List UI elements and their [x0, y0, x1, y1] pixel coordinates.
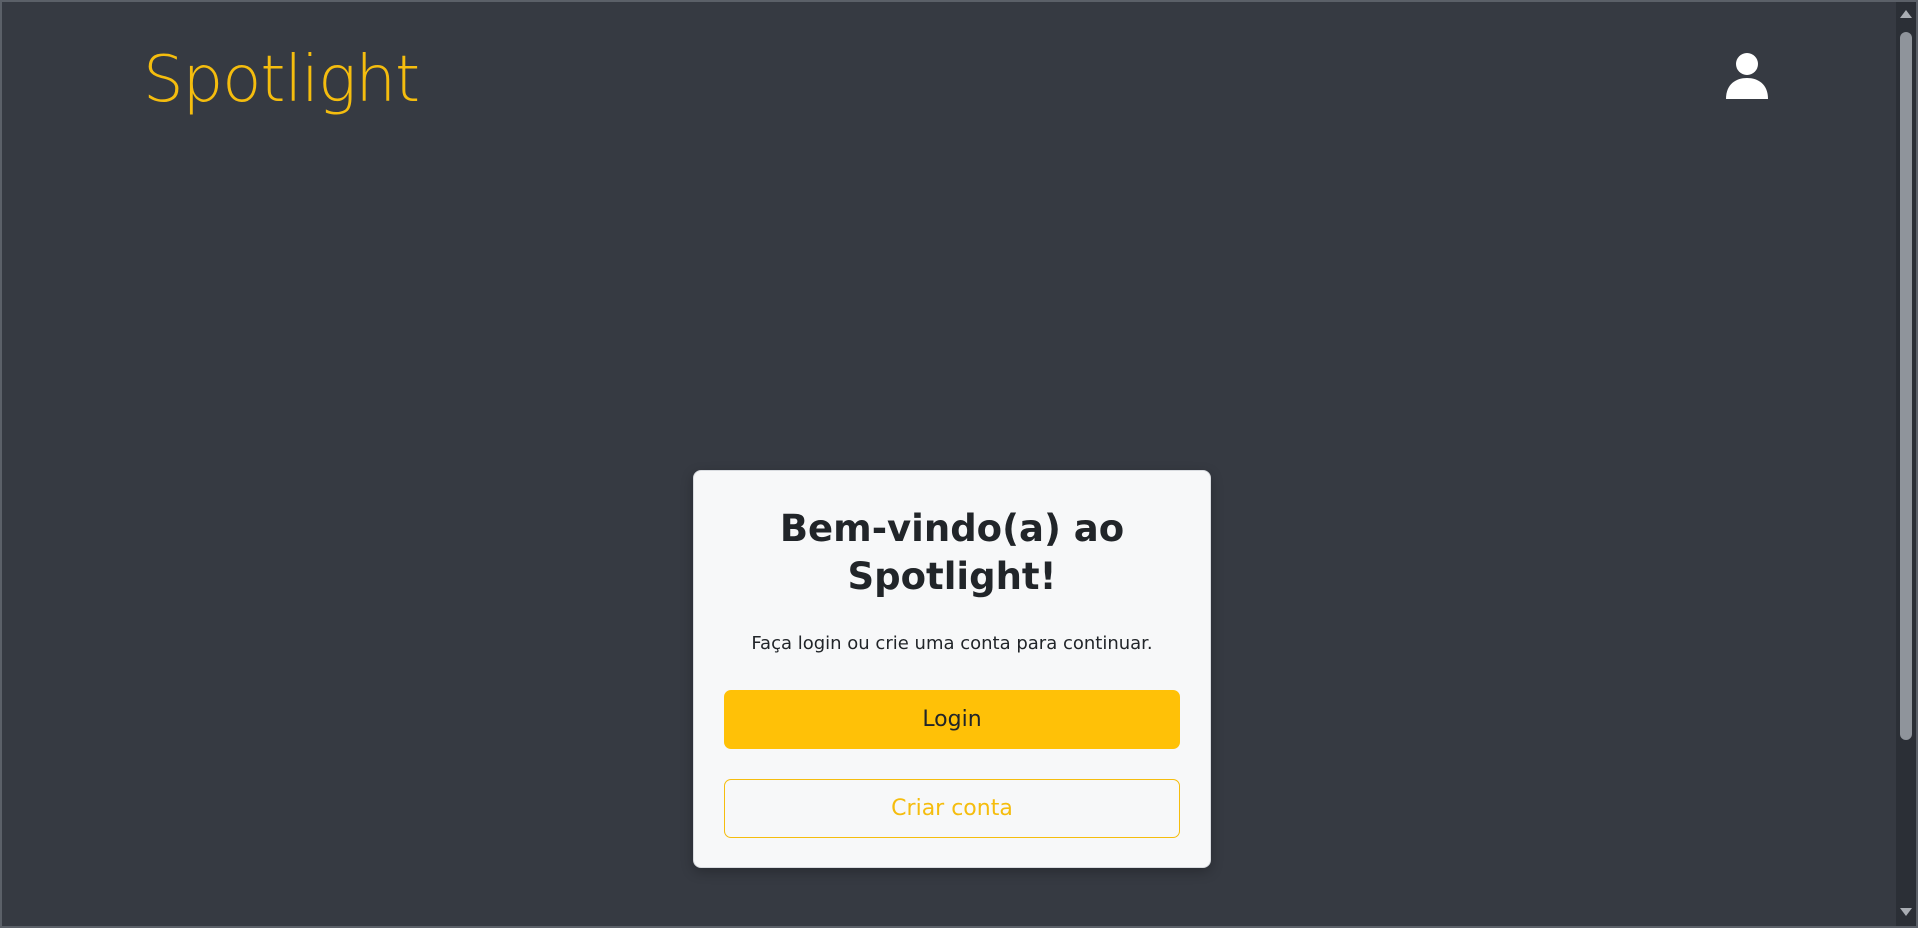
scrollbar-thumb[interactable]	[1900, 32, 1912, 740]
page-content: Spotlight Bem-vindo(a) ao Spotlight! Faç…	[4, 4, 1897, 926]
vertical-scrollbar[interactable]	[1896, 2, 1916, 926]
scroll-down-arrow-icon[interactable]	[1900, 908, 1912, 916]
login-button[interactable]: Login	[724, 690, 1180, 749]
user-icon	[1726, 53, 1768, 99]
create-account-button[interactable]: Criar conta	[724, 779, 1180, 838]
scroll-up-arrow-icon[interactable]	[1900, 10, 1912, 18]
welcome-card: Bem-vindo(a) ao Spotlight! Faça login ou…	[693, 470, 1211, 868]
brand-logo[interactable]: Spotlight	[143, 38, 420, 122]
browser-window: Spotlight Bem-vindo(a) ao Spotlight! Faç…	[0, 0, 1918, 928]
welcome-title: Bem-vindo(a) ao Spotlight!	[779, 507, 1125, 598]
user-account-button[interactable]	[1722, 50, 1772, 102]
welcome-message: Faça login ou crie uma conta para contin…	[751, 633, 1153, 654]
